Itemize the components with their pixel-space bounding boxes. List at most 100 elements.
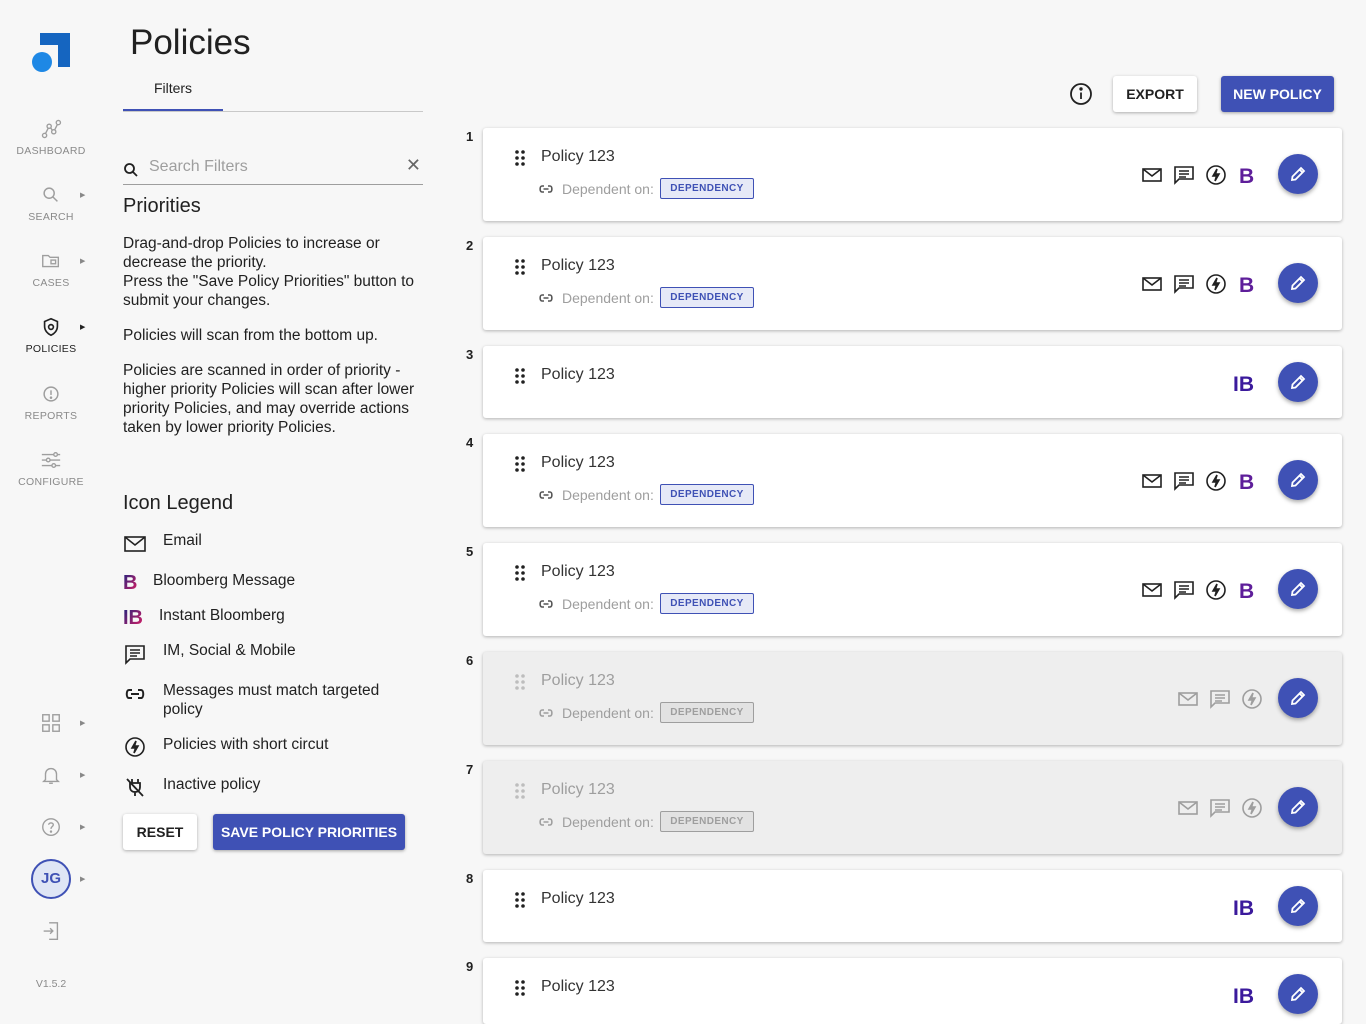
edit-policy-button[interactable]	[1278, 678, 1318, 718]
drag-handle-icon[interactable]	[513, 564, 527, 582]
chat-icon	[1173, 164, 1195, 186]
svg-text:B: B	[1239, 274, 1254, 295]
bloomberg-message-icon: B	[123, 572, 137, 593]
edit-policy-button[interactable]	[1278, 154, 1318, 194]
policy-name: Policy 123	[541, 978, 615, 995]
policy-priority-number: 9	[466, 959, 474, 974]
reset-button[interactable]: RESET	[123, 814, 197, 850]
legend-email-label: Email	[163, 532, 202, 549]
search-icon	[43, 187, 58, 202]
pencil-icon	[1290, 166, 1306, 182]
email-icon	[1141, 273, 1163, 295]
chevron-right-icon: ▶	[80, 258, 86, 265]
bell-icon	[42, 767, 60, 784]
chat-icon	[1209, 797, 1231, 819]
drag-handle-icon[interactable]	[513, 782, 527, 800]
save-policy-priorities-button[interactable]: SAVE POLICY PRIORITIES	[213, 814, 405, 850]
chevron-right-icon: ▶	[80, 772, 86, 779]
short-circuit-icon	[125, 737, 145, 757]
nav-dashboard[interactable]: DASHBOARD	[0, 118, 102, 157]
nav-cases[interactable]: ▶ CASES	[0, 250, 102, 289]
policy-priority-number: 7	[466, 762, 474, 777]
drag-handle-icon[interactable]	[513, 891, 527, 909]
chevron-right-icon: ▶	[80, 876, 86, 883]
policy-priority-number: 8	[466, 871, 474, 886]
nav-reports[interactable]: REPORTS	[0, 383, 102, 422]
edit-policy-button[interactable]	[1278, 974, 1318, 1014]
instant-bloomberg-icon: IB	[1233, 984, 1259, 1008]
nav-search[interactable]: ▶ SEARCH	[0, 184, 102, 223]
priorities-text-1: Drag-and-drop Policies to increase or de…	[123, 235, 380, 271]
tab-divider	[123, 111, 423, 112]
nav-help[interactable]: ▶	[0, 816, 102, 838]
dependency-chip[interactable]: DEPENDENCY	[660, 484, 754, 505]
edit-policy-button[interactable]	[1278, 460, 1318, 500]
edit-policy-button[interactable]	[1278, 886, 1318, 926]
policy-card[interactable]: Policy 123 IB	[483, 870, 1342, 942]
nav-configure[interactable]: CONFIGURE	[0, 449, 102, 488]
nav-policies-label: POLICIES	[25, 343, 77, 355]
tab-filters[interactable]: Filters	[123, 80, 223, 111]
user-avatar[interactable]: JG	[31, 859, 71, 899]
drag-handle-icon[interactable]	[513, 979, 527, 997]
policy-name: Policy 123	[541, 454, 615, 471]
help-icon	[42, 818, 60, 836]
close-icon[interactable]: ✕	[406, 155, 421, 176]
policy-card[interactable]: Policy 123 Dependent on: DEPENDENCY B	[483, 128, 1342, 221]
email-icon	[1141, 470, 1163, 492]
policy-card[interactable]: Policy 123 IB	[483, 346, 1342, 418]
nav-policies[interactable]: ▶ POLICIES	[0, 316, 102, 355]
drag-handle-icon[interactable]	[513, 367, 527, 385]
dependency-chip[interactable]: DEPENDENCY	[660, 178, 754, 199]
legend-im-label: IM, Social & Mobile	[163, 642, 296, 659]
nav-notifications[interactable]: ▶	[0, 764, 102, 786]
export-button[interactable]: EXPORT	[1113, 76, 1197, 112]
edit-policy-button[interactable]	[1278, 362, 1318, 402]
bloomberg-message-icon: B	[1237, 164, 1259, 188]
info-icon[interactable]	[1069, 82, 1093, 106]
dependency-chip[interactable]: DEPENDENCY	[660, 811, 754, 832]
edit-policy-button[interactable]	[1278, 263, 1318, 303]
policy-card[interactable]: Policy 123 IB	[483, 958, 1342, 1024]
email-icon	[1177, 797, 1199, 819]
svg-text:IB: IB	[123, 607, 143, 628]
policy-card[interactable]: Policy 123 Dependent on: DEPENDENCY B	[483, 543, 1342, 636]
policy-priority-number: 2	[466, 238, 474, 253]
drag-handle-icon[interactable]	[513, 149, 527, 167]
legend-inactive-label: Inactive policy	[163, 776, 261, 793]
dependent-on-label: Dependent on:	[562, 181, 654, 197]
policy-name: Policy 123	[541, 366, 615, 383]
search-filters: ✕	[123, 152, 423, 185]
edit-policy-button[interactable]	[1278, 569, 1318, 609]
drag-handle-icon[interactable]	[513, 258, 527, 276]
dependency-chip[interactable]: DEPENDENCY	[660, 593, 754, 614]
policy-card[interactable]: Policy 123 Dependent on: DEPENDENCY	[483, 652, 1342, 745]
report-icon	[43, 386, 59, 402]
shield-icon	[43, 317, 59, 337]
svg-text:IB: IB	[1233, 373, 1254, 394]
dependency-chip[interactable]: DEPENDENCY	[660, 702, 754, 723]
nav-configure-label: CONFIGURE	[18, 476, 84, 488]
drag-handle-icon[interactable]	[513, 455, 527, 473]
dependent-on-label: Dependent on:	[562, 596, 654, 612]
link-icon	[539, 491, 553, 499]
new-policy-button[interactable]: NEW POLICY	[1221, 76, 1334, 112]
chat-icon	[1209, 688, 1231, 710]
short-circuit-icon	[1241, 688, 1263, 710]
edit-policy-button[interactable]	[1278, 787, 1318, 827]
link-icon	[539, 185, 553, 193]
policy-card[interactable]: Policy 123 Dependent on: DEPENDENCY	[483, 761, 1342, 854]
link-icon	[539, 818, 553, 826]
search-input[interactable]	[149, 158, 399, 176]
nav-logout[interactable]	[0, 920, 102, 942]
dependency-chip[interactable]: DEPENDENCY	[660, 287, 754, 308]
short-circuit-icon	[1205, 273, 1227, 295]
nav-apps[interactable]: ▶	[0, 712, 102, 734]
nav-cases-label: CASES	[32, 277, 70, 289]
app-logo[interactable]	[32, 33, 72, 73]
policy-card[interactable]: Policy 123 Dependent on: DEPENDENCY B	[483, 434, 1342, 527]
policy-card[interactable]: Policy 123 Dependent on: DEPENDENCY B	[483, 237, 1342, 330]
bloomberg-message-icon: B	[1237, 579, 1259, 603]
drag-handle-icon[interactable]	[513, 673, 527, 691]
nav-dashboard-label: DASHBOARD	[16, 145, 86, 157]
